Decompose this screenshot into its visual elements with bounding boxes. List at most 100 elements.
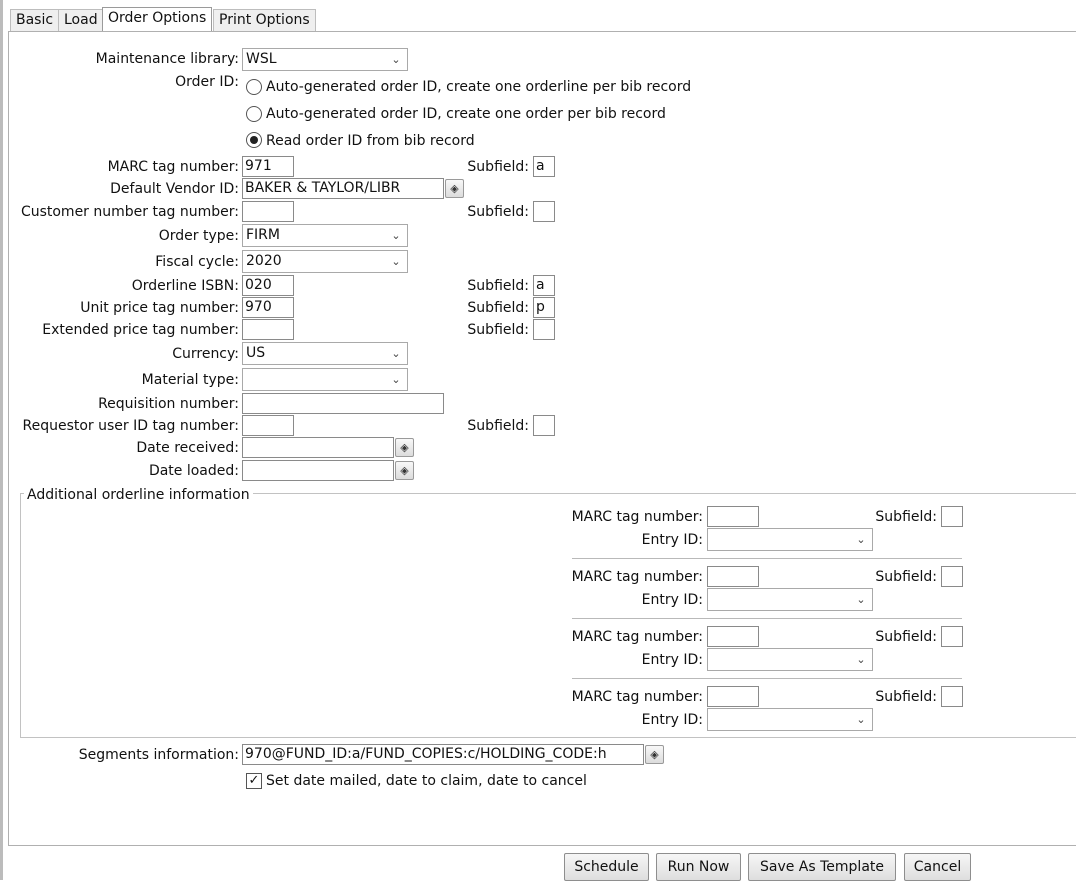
order-id-label: Order ID: bbox=[175, 74, 239, 90]
requisition-number-label: Requisition number: bbox=[98, 396, 239, 412]
requestor-label: Requestor user ID tag number: bbox=[22, 418, 239, 434]
additional-entry-id-select[interactable]: ⌄ bbox=[707, 528, 873, 551]
currency-label: Currency: bbox=[172, 346, 239, 362]
material-type-select[interactable]: ⌄ bbox=[242, 368, 408, 391]
currency-select[interactable]: US ⌄ bbox=[242, 342, 408, 365]
additional-entry-id-label: Entry ID: bbox=[641, 712, 703, 728]
additional-marc-tag-input[interactable] bbox=[707, 626, 759, 647]
requestor-subfield-input[interactable] bbox=[533, 415, 555, 436]
additional-entry-id-select[interactable]: ⌄ bbox=[707, 588, 873, 611]
date-received-calendar-icon[interactable]: ◈ bbox=[395, 438, 414, 457]
save-as-template-button[interactable]: Save As Template bbox=[748, 853, 896, 881]
chevron-down-icon: ⌄ bbox=[856, 713, 866, 726]
orderline-isbn-subfield-label: Subfield: bbox=[467, 278, 529, 294]
maintenance-library-label: Maintenance library: bbox=[95, 51, 239, 67]
requisition-number-input[interactable] bbox=[242, 393, 444, 414]
maintenance-library-value: WSL bbox=[246, 51, 277, 67]
material-type-label: Material type: bbox=[141, 372, 239, 388]
chevron-down-icon: ⌄ bbox=[856, 533, 866, 546]
maintenance-library-select[interactable]: WSL ⌄ bbox=[242, 48, 408, 71]
additional-marc-tag-label: MARC tag number: bbox=[571, 569, 703, 585]
date-received-label: Date received: bbox=[136, 440, 239, 456]
extended-price-input[interactable] bbox=[242, 319, 294, 340]
chevron-down-icon: ⌄ bbox=[391, 347, 401, 360]
date-loaded-label: Date loaded: bbox=[148, 463, 239, 479]
set-dates-checkbox[interactable]: ✓ bbox=[246, 773, 262, 789]
extended-price-subfield-label: Subfield: bbox=[467, 322, 529, 338]
additional-subfield-input[interactable] bbox=[941, 626, 963, 647]
customer-number-label: Customer number tag number: bbox=[20, 204, 239, 220]
additional-subfield-label: Subfield: bbox=[875, 569, 937, 585]
tab-print-options[interactable]: Print Options bbox=[213, 9, 316, 31]
orderline-isbn-input[interactable]: 020 bbox=[242, 275, 294, 296]
order-id-option-orderline-label: Auto-generated order ID, create one orde… bbox=[266, 79, 692, 95]
unit-price-label: Unit price tag number: bbox=[80, 300, 239, 316]
order-id-option-order-radio[interactable] bbox=[246, 106, 262, 122]
tab-load[interactable]: Load bbox=[58, 9, 104, 31]
marc-tag-input[interactable]: 971 bbox=[242, 156, 294, 177]
additional-subfield-input[interactable] bbox=[941, 566, 963, 587]
date-loaded-calendar-icon[interactable]: ◈ bbox=[395, 461, 414, 480]
date-received-input[interactable] bbox=[242, 437, 394, 458]
marc-tag-label: MARC tag number: bbox=[107, 159, 239, 175]
order-type-select[interactable]: FIRM ⌄ bbox=[242, 224, 408, 247]
date-loaded-input[interactable] bbox=[242, 460, 394, 481]
default-vendor-input[interactable]: BAKER & TAYLOR/LIBR bbox=[242, 178, 444, 199]
schedule-button[interactable]: Schedule bbox=[564, 853, 649, 881]
requestor-subfield-label: Subfield: bbox=[467, 418, 529, 434]
additional-marc-tag-input[interactable] bbox=[707, 506, 759, 527]
customer-number-subfield-input[interactable] bbox=[533, 201, 555, 222]
vendor-lookup-icon[interactable]: ◈ bbox=[445, 179, 464, 198]
set-dates-label: Set date mailed, date to claim, date to … bbox=[266, 773, 587, 789]
unit-price-input[interactable]: 970 bbox=[242, 297, 294, 318]
divider bbox=[572, 618, 962, 619]
order-type-value: FIRM bbox=[246, 227, 280, 243]
additional-orderline-legend: Additional orderline information bbox=[24, 485, 253, 505]
chevron-down-icon: ⌄ bbox=[391, 53, 401, 66]
segments-lookup-icon[interactable]: ◈ bbox=[645, 745, 664, 764]
segments-information-input[interactable]: 970@FUND_ID:a/FUND_COPIES:c/HOLDING_CODE… bbox=[242, 744, 644, 765]
additional-entry-id-label: Entry ID: bbox=[641, 592, 703, 608]
customer-number-input[interactable] bbox=[242, 201, 294, 222]
additional-subfield-label: Subfield: bbox=[875, 509, 937, 525]
run-now-button[interactable]: Run Now bbox=[656, 853, 741, 881]
unit-price-subfield-input[interactable]: p bbox=[533, 297, 555, 318]
currency-value: US bbox=[246, 345, 266, 361]
additional-entry-id-select[interactable]: ⌄ bbox=[707, 648, 873, 671]
order-id-option-read-label: Read order ID from bib record bbox=[266, 133, 475, 149]
additional-entry-id-select[interactable]: ⌄ bbox=[707, 708, 873, 731]
fiscal-cycle-select[interactable]: 2020 ⌄ bbox=[242, 250, 408, 273]
additional-subfield-input[interactable] bbox=[941, 686, 963, 707]
additional-subfield-input[interactable] bbox=[941, 506, 963, 527]
additional-entry-id-label: Entry ID: bbox=[641, 652, 703, 668]
additional-marc-tag-label: MARC tag number: bbox=[571, 689, 703, 705]
customer-number-subfield-label: Subfield: bbox=[467, 204, 529, 220]
orderline-isbn-label: Orderline ISBN: bbox=[131, 278, 239, 294]
order-id-option-read-radio[interactable] bbox=[246, 132, 262, 148]
extended-price-subfield-input[interactable] bbox=[533, 319, 555, 340]
fiscal-cycle-label: Fiscal cycle: bbox=[155, 254, 239, 270]
marc-tag-subfield-label: Subfield: bbox=[467, 159, 529, 175]
chevron-down-icon: ⌄ bbox=[856, 653, 866, 666]
marc-tag-subfield-input[interactable]: a bbox=[533, 156, 555, 177]
orderline-isbn-subfield-input[interactable]: a bbox=[533, 275, 555, 296]
additional-marc-tag-input[interactable] bbox=[707, 686, 759, 707]
divider bbox=[572, 678, 962, 679]
order-id-option-order-label: Auto-generated order ID, create one orde… bbox=[266, 106, 666, 122]
additional-subfield-label: Subfield: bbox=[875, 689, 937, 705]
cancel-button[interactable]: Cancel bbox=[904, 853, 971, 881]
order-type-label: Order type: bbox=[158, 228, 239, 244]
chevron-down-icon: ⌄ bbox=[391, 373, 401, 386]
requestor-input[interactable] bbox=[242, 415, 294, 436]
order-id-option-orderline-radio[interactable] bbox=[246, 79, 262, 95]
segments-information-label: Segments information: bbox=[78, 747, 239, 763]
window-left-edge bbox=[0, 0, 3, 880]
additional-subfield-label: Subfield: bbox=[875, 629, 937, 645]
fiscal-cycle-value: 2020 bbox=[246, 253, 282, 269]
additional-marc-tag-input[interactable] bbox=[707, 566, 759, 587]
tab-order-options[interactable]: Order Options bbox=[102, 7, 213, 32]
chevron-down-icon: ⌄ bbox=[391, 255, 401, 268]
chevron-down-icon: ⌄ bbox=[856, 593, 866, 606]
tab-basic[interactable]: Basic bbox=[10, 9, 60, 31]
divider bbox=[572, 558, 962, 559]
